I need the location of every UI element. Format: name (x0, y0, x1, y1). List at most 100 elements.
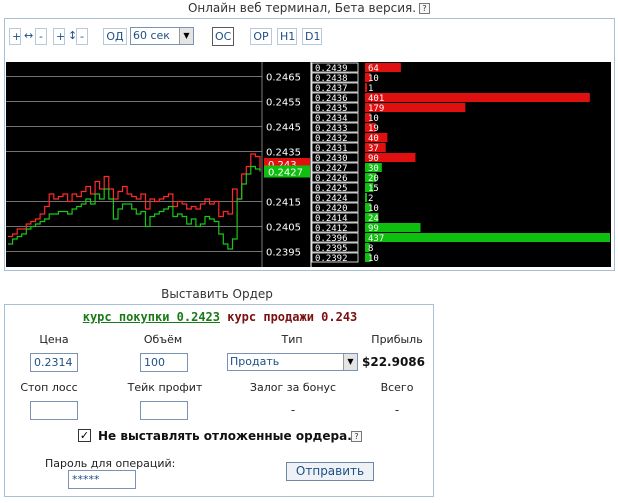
order-book-volume: 15 (368, 184, 379, 194)
order-book-price: 0.2414 (315, 214, 348, 224)
order-book-price: 0.2396 (315, 234, 348, 244)
stop-loss-label: Стоп лосс (20, 381, 78, 394)
order-book-volume: 10 (368, 204, 379, 214)
order-book-volume: 20 (368, 174, 379, 184)
zoom-horizontal-in-button[interactable]: + (9, 28, 21, 45)
y-tick-label: 0.2405 (266, 223, 301, 234)
y-tick-label: 0.2435 (266, 148, 301, 159)
price-input[interactable]: 0.2314 (30, 353, 78, 372)
bonus-label: Залог за бонус (249, 381, 337, 394)
buy-rate-link[interactable]: курс покупки 0.2423 (83, 310, 220, 324)
volume-input[interactable]: 100 (140, 353, 188, 372)
vertical-arrows-icon: ↕ (66, 28, 77, 45)
order-book-price: 0.2426 (315, 174, 348, 184)
order-book-volume: 2 (368, 194, 373, 204)
no-pending-orders-label: Не выставлять отложенные ордера. (98, 429, 352, 443)
password-input[interactable]: ***** (68, 470, 136, 489)
zoom-horizontal-out-button[interactable]: - (35, 28, 47, 45)
h1-button[interactable]: Н1 (277, 28, 297, 45)
order-book-price: 0.2433 (315, 124, 348, 134)
order-book-volume: 401 (368, 94, 384, 104)
order-book-price: 0.2431 (315, 144, 348, 154)
total-value: - (394, 403, 400, 417)
y-tick-label: 0.2415 (266, 198, 301, 209)
oc-button[interactable]: ОС (212, 27, 234, 46)
order-book-volume: 10 (368, 74, 379, 84)
price-chart[interactable]: 0.2465 0.2455 0.2445 0.2435 0.2415 0.2405 0.23… (6, 62, 611, 267)
profit-label: Прибыль (371, 333, 423, 346)
sell-rate-text: курс продажи 0.243 (227, 310, 358, 324)
password-label: Пароль для операций: (45, 457, 176, 470)
order-type-value: Продать (230, 355, 280, 368)
horizontal-arrows-icon: ↔ (22, 28, 34, 45)
order-book-volume: 10 (368, 114, 379, 124)
type-label: Тип (281, 333, 303, 346)
y-tick-label: 0.2395 (266, 248, 301, 259)
interval-value: 60 сек (133, 29, 170, 42)
help-icon[interactable]: ? (351, 431, 362, 442)
order-book-volume: 437 (368, 234, 384, 244)
order-book-volume: 19 (368, 124, 379, 134)
order-book-price: 0.2430 (315, 154, 348, 164)
order-panel: курс покупки 0.2423 курс продажи 0.243 Ц… (4, 304, 434, 497)
order-book-volume: 10 (368, 254, 379, 264)
y-tick-label: 0.2465 (266, 73, 301, 84)
order-book-price: 0.2436 (315, 94, 348, 104)
order-book-volume: 24 (368, 214, 379, 224)
series-line-1 (8, 165, 261, 250)
page-title: Онлайн веб терминал, Бета версия.? (0, 1, 618, 15)
zoom-vertical-in-button[interactable]: + (53, 28, 65, 45)
total-label: Всего (380, 381, 414, 394)
d1-button[interactable]: D1 (302, 28, 322, 45)
y-tick-label: 0.2455 (266, 98, 301, 109)
series-line-0 (8, 153, 261, 238)
y-tick-label: 0.2445 (266, 123, 301, 134)
order-book-volume: 37 (368, 144, 379, 154)
zoom-vertical-out-button[interactable]: - (76, 28, 88, 45)
take-profit-input[interactable] (140, 401, 188, 420)
op-button[interactable]: ОР (250, 28, 272, 45)
order-book-price: 0.2439 (315, 64, 348, 74)
order-book-volume: 90 (368, 154, 379, 164)
profit-value: $22.9086 (362, 355, 426, 369)
current-buy-label: 0.2427 (268, 168, 303, 179)
order-book-volume-bar (365, 83, 367, 92)
order-book-volume: 30 (368, 164, 379, 174)
order-book-volume-bar (365, 233, 610, 242)
price-label: Цена (39, 333, 69, 346)
order-book-price: 0.2438 (315, 74, 348, 84)
order-book-price: 0.2425 (315, 184, 348, 194)
order-book-volume: 64 (368, 64, 379, 74)
order-book-volume: 40 (368, 134, 379, 144)
order-book-volume: 179 (368, 104, 384, 114)
order-book-volume: 1 (368, 84, 373, 94)
order-book-price: 0.2434 (315, 114, 348, 124)
order-book-price: 0.2424 (315, 194, 348, 204)
order-book-price: 0.2412 (315, 224, 348, 234)
order-book-volume: 99 (368, 224, 379, 234)
chart-svg: 0.2465 0.2455 0.2445 0.2435 0.2415 0.2405 0.23… (6, 62, 610, 267)
od-button[interactable]: ОД (103, 28, 127, 45)
chevron-down-icon: ▼ (179, 28, 193, 44)
page-title-text: Онлайн веб терминал, Бета версия. (187, 1, 417, 15)
help-icon[interactable]: ? (419, 3, 431, 14)
order-book-price: 0.2437 (315, 84, 348, 94)
order-book-price: 0.2435 (315, 104, 348, 114)
chevron-down-icon: ▼ (343, 354, 357, 370)
order-book-price: 0.2395 (315, 244, 348, 254)
order-book-volume-bar (365, 93, 590, 102)
order-book-price: 0.2432 (315, 134, 348, 144)
submit-button[interactable]: Отправить (286, 462, 374, 481)
no-pending-orders-checkbox[interactable]: ✓ (78, 429, 91, 442)
order-book-price: 0.2392 (315, 254, 348, 264)
order-book-volume-bar (365, 193, 367, 202)
order-type-select[interactable]: Продать ▼ (227, 353, 358, 371)
take-profit-label: Тейк профит (127, 381, 203, 394)
interval-select[interactable]: 60 сек ▼ (130, 27, 194, 45)
order-book-price: 0.2427 (315, 164, 348, 174)
order-heading: Выставить Ордер (161, 287, 273, 301)
rates-line: курс покупки 0.2423 курс продажи 0.243 (5, 310, 435, 324)
stop-loss-input[interactable] (30, 401, 78, 420)
bonus-value: - (290, 403, 296, 417)
volume-label: Объём (143, 333, 183, 346)
